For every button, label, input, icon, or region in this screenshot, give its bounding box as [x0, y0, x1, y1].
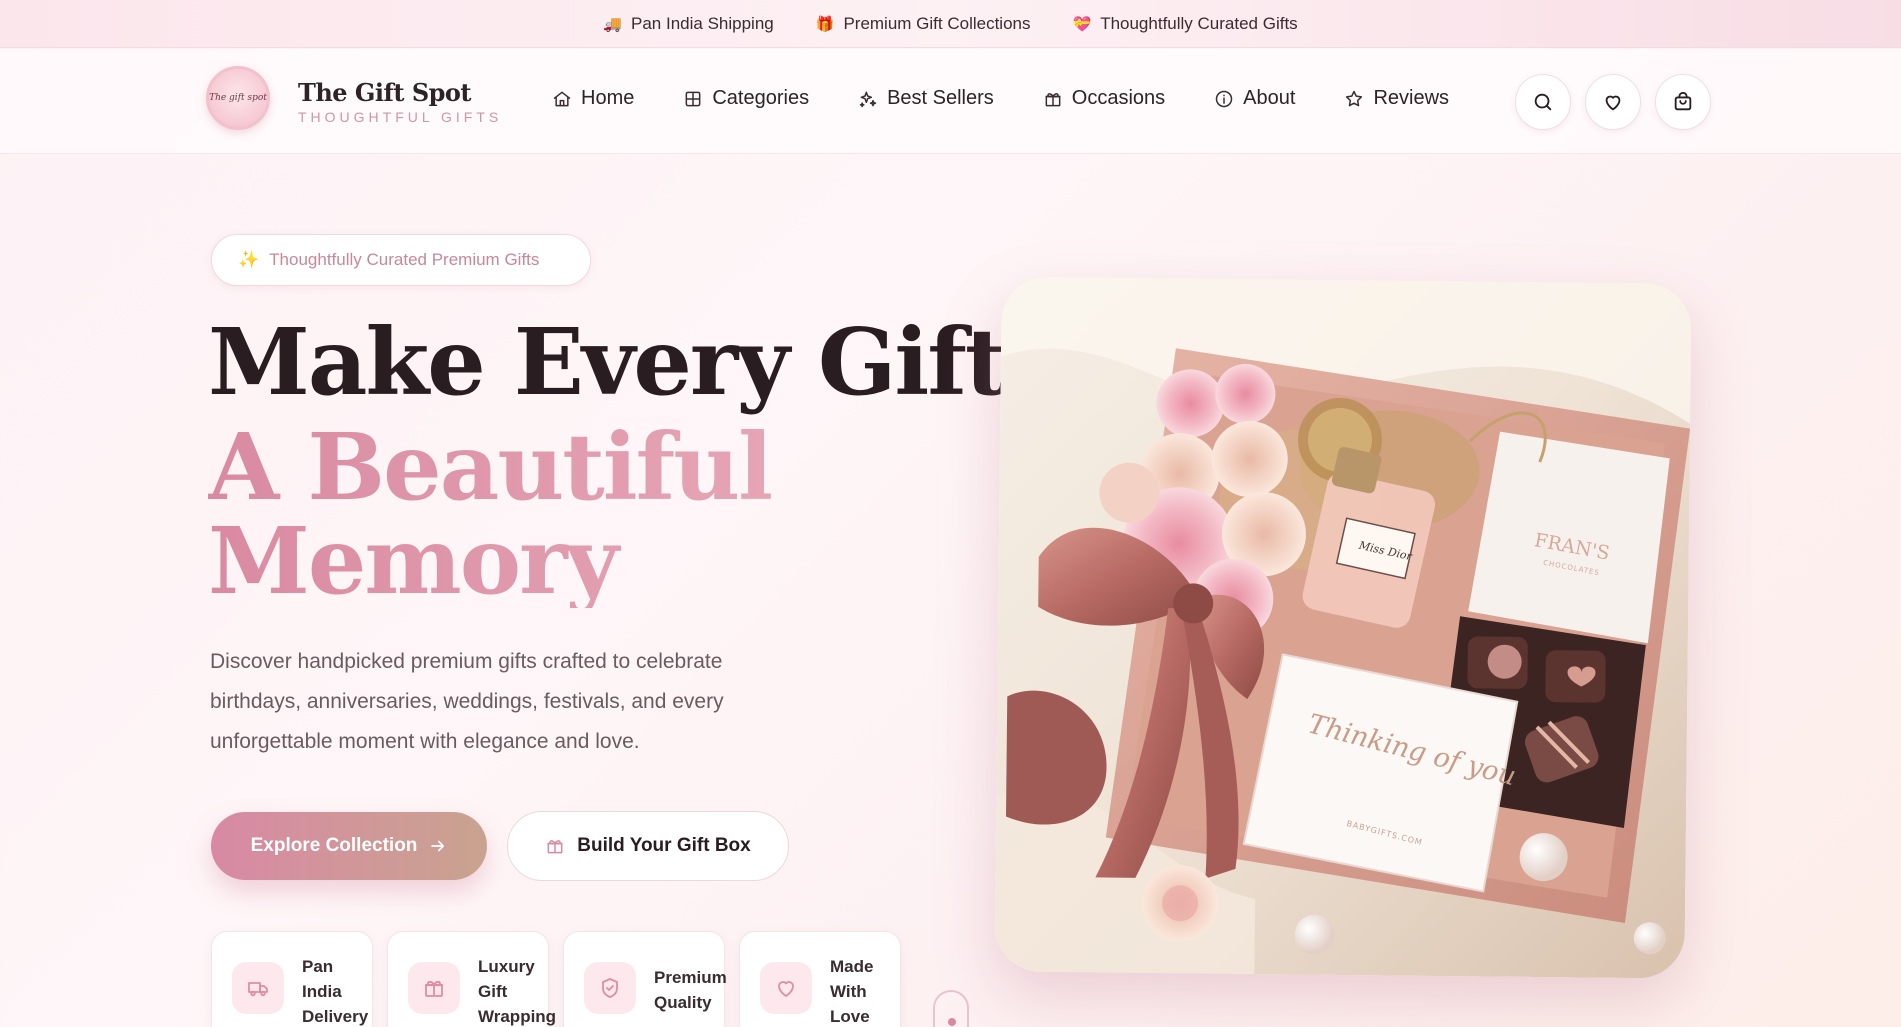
explore-collection-button[interactable]: Explore Collection	[211, 812, 487, 880]
gift-emoji-icon: 🎁	[815, 15, 835, 33]
announcement-label: Pan India Shipping	[631, 13, 774, 33]
button-label: Build Your Gift Box	[577, 835, 751, 856]
heart-icon	[1605, 95, 1621, 111]
feature-label: Made With Love	[830, 957, 874, 1026]
brand-name: The Gift Spot	[298, 78, 472, 107]
main-nav: Home Categories Best Sellers Occasions A…	[552, 87, 1498, 110]
feature-card-love: Made With Love	[739, 931, 901, 1027]
feature-card-quality: Premium Quality	[563, 931, 727, 1027]
feature-icon-wrap	[760, 962, 812, 1014]
feature-label: Pan India Delivery	[302, 957, 369, 1026]
feature-card-delivery: Pan India Delivery	[211, 931, 373, 1027]
nav-label: Reviews	[1373, 87, 1450, 109]
nav-item-best-sellers[interactable]: Best Sellers	[858, 87, 994, 110]
logo-text: The gift spot	[209, 93, 267, 103]
announcement-collections: 🎁 Premium Gift Collections	[816, 14, 1031, 34]
feature-icon-wrap	[232, 962, 284, 1014]
brand-tagline: THOUGHTFUL GIFTS	[298, 109, 503, 125]
shield-icon	[602, 978, 618, 998]
sparkle-emoji-icon: ✨	[238, 250, 260, 269]
feature-label: Luxury Gift Wrapping	[478, 957, 557, 1026]
nav-item-home[interactable]: Home	[552, 87, 634, 110]
feature-label: Premium Quality	[654, 968, 727, 1012]
truck-emoji-icon: 🚚	[603, 15, 623, 33]
hero-title-line1: Make Every Gift	[208, 308, 1007, 416]
nav-label: Categories	[712, 87, 810, 109]
announcement-label: Thoughtfully Curated Gifts	[1100, 13, 1298, 33]
nav-label: Best Sellers	[887, 87, 994, 109]
button-label: Explore Collection	[250, 835, 418, 856]
feature-icon-wrap	[408, 962, 460, 1014]
announcement-shipping: 🚚 Pan India Shipping	[603, 14, 773, 34]
brand[interactable]: The Gift Spot THOUGHTFUL GIFTS	[298, 78, 502, 125]
bag-icon	[1674, 91, 1692, 111]
hero-gift-box-image: Miss Dior FRAN'S CHOCOLATES Thinking of …	[994, 276, 1692, 979]
announcement-label: Premium Gift Collections	[843, 13, 1031, 33]
feature-card-wrapping: Luxury Gift Wrapping	[387, 931, 557, 1027]
nav-item-about[interactable]: About	[1214, 87, 1295, 110]
site-header: The gift spot The Gift Spot THOUGHTFUL G…	[0, 49, 1901, 154]
gift-box-illustration: Miss Dior FRAN'S CHOCOLATES Thinking of …	[994, 276, 1692, 979]
home-icon	[553, 91, 571, 106]
feature-icon-wrap	[584, 962, 636, 1014]
star-icon	[1346, 90, 1363, 106]
sparkles-icon	[859, 91, 877, 107]
brand-logo[interactable]: The gift spot	[206, 66, 270, 130]
nav-label: Occasions	[1071, 87, 1166, 109]
nav-item-reviews[interactable]: Reviews	[1344, 87, 1449, 110]
heart-gift-emoji-icon: 💝	[1072, 15, 1092, 33]
scroll-indicator-dot	[948, 1018, 956, 1026]
hero-title-line2: A Beautiful Memory	[208, 420, 848, 608]
announcement-bar: 🚚 Pan India Shipping 🎁 Premium Gift Coll…	[0, 0, 1901, 48]
info-icon	[1215, 90, 1233, 107]
truck-icon	[248, 982, 268, 997]
nav-label: Home	[581, 87, 635, 109]
announcement-curated: 💝 Thoughtfully Curated Gifts	[1073, 14, 1298, 34]
hero-badge: ✨ Thoughtfully Curated Premium Gifts	[211, 234, 591, 286]
grid-icon	[685, 91, 701, 106]
nav-label: About	[1243, 87, 1296, 109]
search-button[interactable]	[1515, 74, 1571, 130]
arrow-right-icon	[431, 840, 445, 852]
search-icon	[1534, 93, 1552, 111]
cart-button[interactable]	[1655, 74, 1711, 130]
nav-item-occasions[interactable]: Occasions	[1043, 87, 1165, 110]
wishlist-button[interactable]	[1585, 74, 1641, 130]
nav-item-categories[interactable]: Categories	[683, 87, 809, 110]
gift-icon	[1045, 92, 1061, 106]
scroll-indicator[interactable]	[933, 990, 969, 1027]
build-gift-box-button[interactable]: Build Your Gift Box	[507, 811, 789, 881]
gift-icon	[547, 840, 563, 854]
heart-icon	[778, 981, 794, 997]
gift-icon	[425, 980, 443, 997]
hero-badge-label: Thoughtfully Curated Premium Gifts	[269, 250, 540, 269]
hero-description: Discover handpicked premium gifts crafte…	[210, 650, 724, 753]
